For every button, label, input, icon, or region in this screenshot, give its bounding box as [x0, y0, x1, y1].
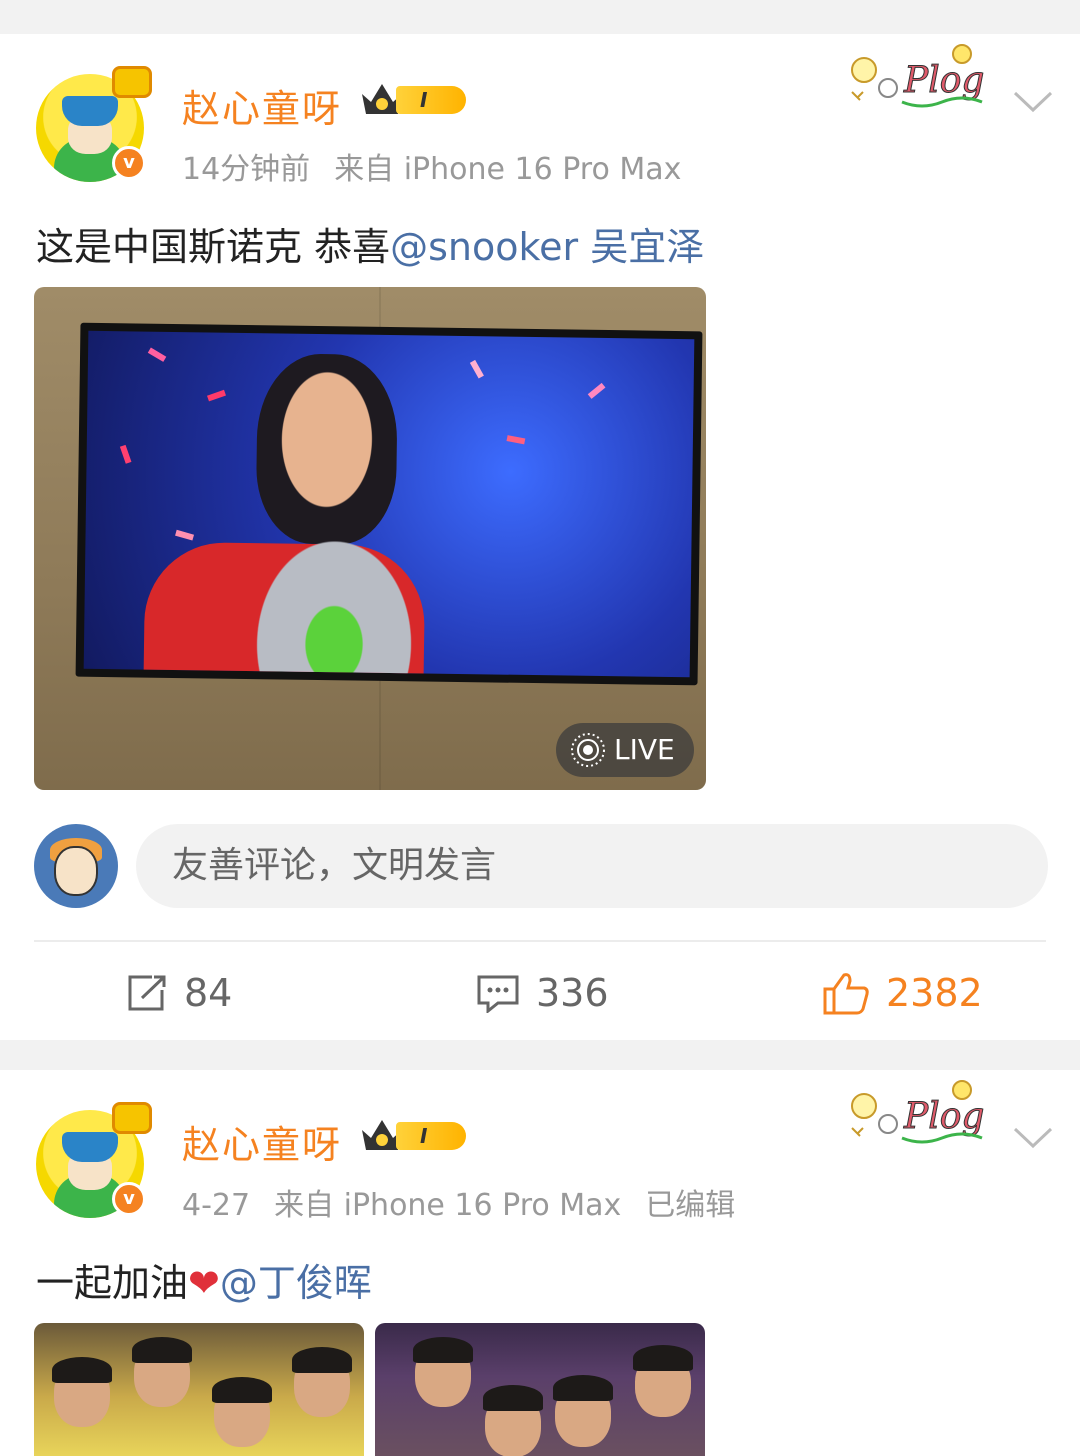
- camera-icon: [112, 1102, 152, 1134]
- plog-sticker-icon: Plog: [842, 40, 1002, 110]
- verified-icon: v: [112, 146, 146, 180]
- post-image[interactable]: [375, 1323, 705, 1456]
- plog-sticker-icon: Plog: [842, 1076, 1002, 1146]
- post-source: 来自 iPhone 16 Pro Max: [334, 152, 682, 187]
- crown-level-icon[interactable]: I: [360, 80, 468, 120]
- like-icon: [823, 973, 869, 1015]
- like-count: 2382: [886, 971, 983, 1015]
- weibo-post-card: v 赵心童呀 I 14分钟前 来自 iPhone 16 Pro Max Plog …: [0, 34, 1080, 1040]
- tv-screen-image: [75, 322, 703, 686]
- user-avatar[interactable]: v: [36, 66, 152, 182]
- live-label: LIVE: [614, 733, 675, 766]
- repost-button[interactable]: 84: [126, 966, 232, 1020]
- comment-input[interactable]: 友善评论，文明发言: [136, 824, 1048, 908]
- weibo-post-card: v 赵心童呀 I 4-27 来自 iPhone 16 Pro Max 已编辑 Plo…: [0, 1070, 1080, 1456]
- mention-link[interactable]: @丁俊晖: [220, 1261, 372, 1305]
- edited-label: 已编辑: [645, 1188, 736, 1223]
- divider: [34, 940, 1046, 942]
- post-meta: 4-27 来自 iPhone 16 Pro Max 已编辑: [182, 1180, 759, 1224]
- live-badge[interactable]: LIVE: [556, 723, 694, 777]
- post-text-body: 这是中国斯诺克 恭喜: [36, 225, 391, 269]
- username[interactable]: 赵心童呀: [182, 1114, 342, 1169]
- live-photo-icon: [571, 733, 605, 767]
- comment-icon: [477, 975, 519, 1013]
- comment-button[interactable]: 336: [476, 966, 609, 1020]
- repost-icon: [128, 975, 166, 1011]
- post-source: 来自 iPhone 16 Pro Max: [274, 1188, 622, 1223]
- level-badge: I: [396, 86, 466, 114]
- verified-icon: v: [112, 1182, 146, 1216]
- post-time: 4-27: [182, 1188, 251, 1223]
- like-button[interactable]: 2382: [822, 966, 983, 1020]
- comment-count: 336: [536, 971, 609, 1015]
- heart-icon: ❤: [188, 1261, 220, 1305]
- chevron-down-icon[interactable]: [1012, 1126, 1054, 1150]
- svg-text:Plog: Plog: [903, 60, 984, 101]
- mention-link[interactable]: @snooker 吴宜泽: [390, 225, 704, 269]
- username[interactable]: 赵心童呀: [182, 78, 342, 133]
- post-text-body: 一起加油: [36, 1261, 189, 1305]
- post-text: 一起加油❤@丁俊晖: [36, 1252, 372, 1307]
- chevron-down-icon[interactable]: [1012, 90, 1054, 114]
- post-time: 14分钟前: [182, 152, 311, 187]
- post-meta: 14分钟前 来自 iPhone 16 Pro Max: [182, 144, 705, 188]
- crown-level-icon[interactable]: I: [360, 1116, 468, 1156]
- post-image[interactable]: [34, 1323, 364, 1456]
- post-text: 这是中国斯诺克 恭喜@snooker 吴宜泽: [36, 216, 704, 271]
- camera-icon: [112, 66, 152, 98]
- level-badge: I: [396, 1122, 466, 1150]
- repost-count: 84: [184, 971, 233, 1015]
- live-photo[interactable]: LIVE: [34, 287, 706, 790]
- svg-text:Plog: Plog: [903, 1096, 984, 1137]
- current-user-avatar[interactable]: [34, 824, 118, 908]
- user-avatar[interactable]: v: [36, 1102, 152, 1218]
